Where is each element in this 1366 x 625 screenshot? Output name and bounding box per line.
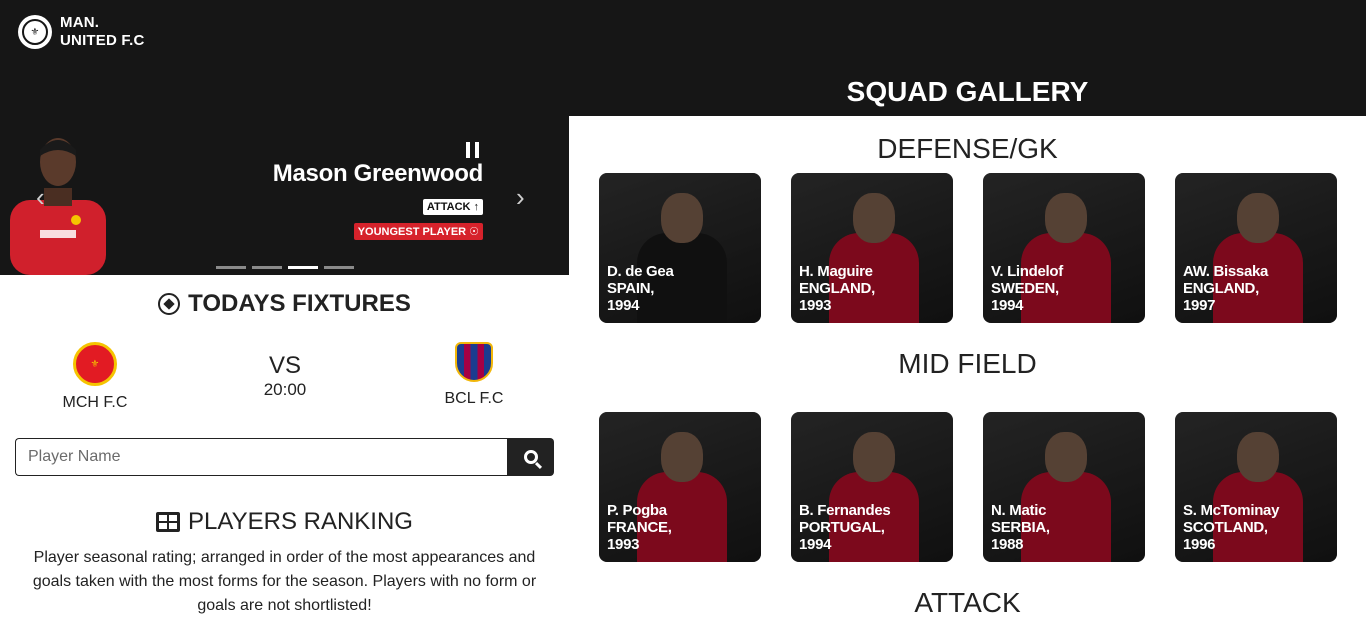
player-name: N. Matic <box>991 502 1047 519</box>
player-year: 1997 <box>1183 297 1216 314</box>
player-name: V. Lindelof <box>991 263 1063 280</box>
player-caption: D. de Gea SPAIN, 1994 <box>607 263 674 314</box>
carousel-indicator[interactable] <box>252 266 282 269</box>
player-year: 1994 <box>799 536 832 553</box>
home-team: ⚜ MCH F.C <box>55 342 135 412</box>
player-card[interactable]: P. Pogba FRANCE, 1993 <box>599 412 761 562</box>
player-name: P. Pogba <box>607 502 667 519</box>
player-caption: H. Maguire ENGLAND, 1993 <box>799 263 875 314</box>
section-title-defense: DEFENSE/GK <box>877 133 1058 164</box>
player-card[interactable]: AW. Bissaka ENGLAND, 1997 <box>1175 173 1337 323</box>
player-year: 1994 <box>991 297 1024 314</box>
match-info: VS 20:00 <box>235 352 335 400</box>
position-badge: ATTACK ↑ <box>422 199 483 215</box>
player-country: SPAIN, <box>607 280 655 297</box>
brand-logo-link[interactable]: ⚜ MAN. UNITED F.C <box>18 14 145 50</box>
carousel-indicator-active[interactable] <box>288 266 318 269</box>
away-team: BCL F.C <box>434 342 514 408</box>
ranking-heading: PLAYERS RANKING <box>0 508 569 536</box>
versus-label: VS <box>268 352 301 379</box>
search-icon <box>523 450 538 464</box>
fixtures-title: TODAYS FIXTURES <box>188 290 411 317</box>
player-caption: P. Pogba FRANCE, 1993 <box>607 502 672 553</box>
player-search-input[interactable] <box>15 438 507 476</box>
defense-cards: D. de Gea SPAIN, 1994 H. Maguire ENGLAND, 199… <box>599 173 1337 323</box>
player-year: 1993 <box>607 536 640 553</box>
brand-line-1: MAN. <box>60 14 100 31</box>
player-search <box>15 438 554 476</box>
man-united-crest-icon: ⚜ <box>73 342 117 386</box>
highlight-badge: YOUNGEST PLAYER ☉ <box>353 223 483 240</box>
player-card[interactable]: H. Maguire ENGLAND, 1993 <box>791 173 953 323</box>
football-icon <box>158 293 181 315</box>
section-title-midfield: MID FIELD <box>898 348 1037 379</box>
squad-gallery-title: SQUAD GALLERY <box>846 76 1089 107</box>
carousel-indicator[interactable] <box>324 266 354 269</box>
fixtures-heading: TODAYS FIXTURES <box>0 290 569 318</box>
carousel-next-icon[interactable]: › <box>516 184 525 210</box>
brand-line-2: UNITED F.C <box>60 32 145 49</box>
highlight-badge-label: YOUNGEST PLAYER <box>357 225 467 238</box>
featured-player-name: Mason Greenwood <box>272 160 484 187</box>
brand-name: MAN. UNITED F.C <box>60 14 145 50</box>
position-badge-label: ATTACK <box>426 201 471 213</box>
player-name: S. McTominay <box>1183 502 1280 519</box>
player-card[interactable]: V. Lindelof SWEDEN, 1994 <box>983 173 1145 323</box>
player-country: FRANCE, <box>607 519 672 536</box>
carousel-indicator[interactable] <box>216 266 246 269</box>
player-name: D. de Gea <box>607 263 674 280</box>
player-card[interactable]: N. Matic SERBIA, 1988 <box>983 412 1145 562</box>
player-name: H. Maguire <box>799 263 873 280</box>
player-name: AW. Bissaka <box>1183 263 1269 280</box>
ranking-title: PLAYERS RANKING <box>188 508 413 535</box>
player-year: 1988 <box>991 536 1024 553</box>
kickoff-time: 20:00 <box>263 380 307 399</box>
player-country: ENGLAND, <box>799 280 875 297</box>
pause-icon[interactable] <box>466 142 484 158</box>
player-card[interactable]: B. Fernandes PORTUGAL, 1994 <box>791 412 953 562</box>
award-icon: ☉ <box>469 226 479 238</box>
player-country: ENGLAND, <box>1183 280 1259 297</box>
player-card[interactable]: S. McTominay SCOTLAND, 1996 <box>1175 412 1337 562</box>
player-caption: S. McTominay SCOTLAND, 1996 <box>1183 502 1279 553</box>
player-year: 1993 <box>799 297 832 314</box>
ranking-description: Player seasonal rating; arranged in orde… <box>32 549 537 614</box>
table-icon <box>156 512 181 532</box>
player-caption: V. Lindelof SWEDEN, 1994 <box>991 263 1063 314</box>
player-country: PORTUGAL, <box>799 519 885 536</box>
player-caption: B. Fernandes PORTUGAL, 1994 <box>799 502 891 553</box>
player-name: B. Fernandes <box>799 502 891 519</box>
player-year: 1994 <box>607 297 640 314</box>
carousel-indicators <box>216 266 354 269</box>
midfield-cards: P. Pogba FRANCE, 1993 B. Fernandes PORTUGAL,… <box>599 412 1337 562</box>
player-country: SCOTLAND, <box>1183 519 1268 536</box>
player-caption: AW. Bissaka ENGLAND, 1997 <box>1183 263 1268 314</box>
player-country: SERBIA, <box>991 519 1050 536</box>
club-crest-icon: ⚜ <box>18 15 52 49</box>
home-team-name: MCH F.C <box>62 394 128 411</box>
player-card[interactable]: D. de Gea SPAIN, 1994 <box>599 173 761 323</box>
search-button[interactable] <box>507 438 554 476</box>
player-country: SWEDEN, <box>991 280 1059 297</box>
barcelona-crest-icon <box>455 342 493 382</box>
section-title-attack: ATTACK <box>914 587 1021 618</box>
player-photo <box>10 138 106 275</box>
player-caption: N. Matic SERBIA, 1988 <box>991 502 1050 553</box>
player-year: 1996 <box>1183 536 1216 553</box>
player-carousel: ‹ Mason Greenwood ATTACK ↑ YOUNGEST PLAY… <box>0 116 569 275</box>
carousel-prev-icon[interactable]: ‹ <box>36 184 45 210</box>
arrow-up-icon: ↑ <box>473 201 480 213</box>
away-team-name: BCL F.C <box>444 390 504 407</box>
